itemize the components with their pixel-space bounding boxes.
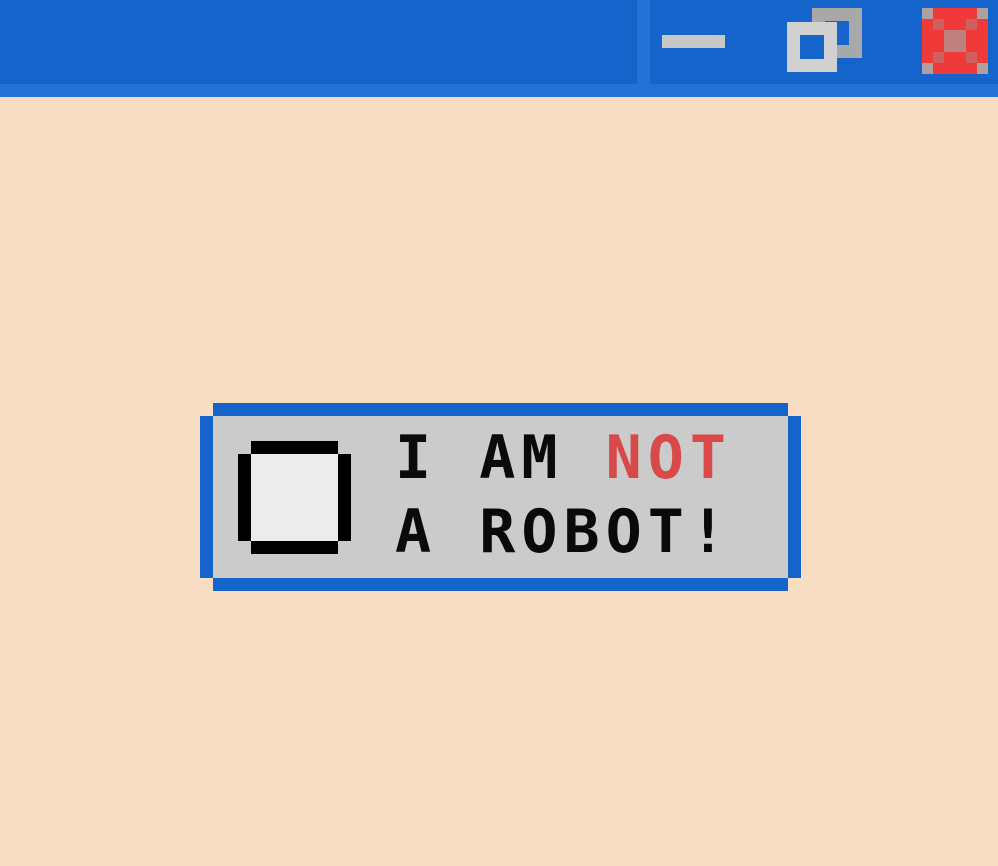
captcha-label-line-2: A robot! bbox=[395, 497, 732, 567]
checkbox-fill bbox=[251, 454, 338, 541]
checkbox-border-bottom bbox=[251, 541, 338, 554]
captcha-label[interactable]: i AM NOT A robot! bbox=[395, 421, 765, 569]
captcha-border-top bbox=[213, 403, 788, 416]
close-icon bbox=[922, 8, 988, 74]
captcha-border-bottom bbox=[213, 578, 788, 591]
restore-icon bbox=[787, 8, 862, 72]
title-bar-edge bbox=[0, 84, 998, 97]
minimize-icon bbox=[662, 35, 725, 48]
title-bar-divider bbox=[637, 0, 650, 84]
captcha-border-left bbox=[200, 416, 213, 578]
restore-button[interactable] bbox=[785, 8, 865, 74]
captcha-label-highlight: NOT bbox=[605, 423, 732, 493]
captcha-border-right bbox=[788, 416, 801, 578]
checkbox-border-left bbox=[238, 454, 251, 541]
checkbox-border-right bbox=[338, 454, 351, 541]
captcha-label-prefix: i AM bbox=[395, 423, 564, 493]
captcha-label-line-1: i AM NOT bbox=[395, 421, 765, 495]
not-a-robot-checkbox[interactable] bbox=[238, 441, 351, 554]
minimize-button[interactable] bbox=[655, 20, 735, 64]
captcha-widget[interactable]: i AM NOT A robot! bbox=[200, 403, 801, 591]
checkbox-border-top bbox=[251, 441, 338, 454]
close-button[interactable] bbox=[922, 8, 988, 74]
